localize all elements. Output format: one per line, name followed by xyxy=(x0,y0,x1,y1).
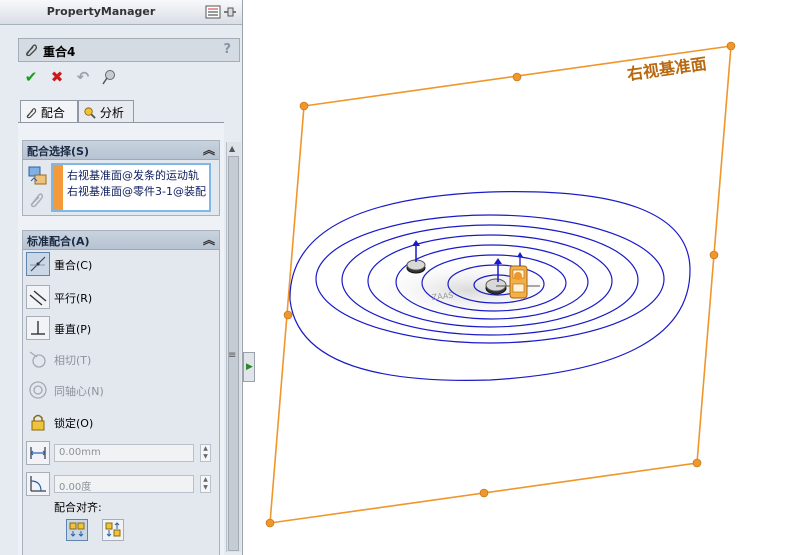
panel-title: PropertyManager xyxy=(46,5,156,18)
mate-label: 相切(T) xyxy=(54,354,92,367)
mate-coincident[interactable]: 重合(C) xyxy=(23,251,219,277)
mate-label: 锁定(O) xyxy=(54,417,94,430)
mate-parallel[interactable]: 平行(R) xyxy=(23,284,219,310)
feature-name: 重合4 xyxy=(43,45,76,59)
cancel-icon[interactable]: ✖ xyxy=(48,68,66,86)
pin-icon[interactable] xyxy=(204,4,238,20)
mate-tangent: 相切(T) xyxy=(23,346,219,372)
scroll-up-icon[interactable]: ▲ xyxy=(229,144,235,153)
angle-icon xyxy=(26,472,50,496)
collapse-icon[interactable]: ︽ xyxy=(203,231,215,248)
standard-mates-group: 标准配合(A) ︽ 重合(C) 平行(R) 垂直(P) 相切(T) 同轴心(N)… xyxy=(22,230,220,555)
coincident-marker[interactable] xyxy=(509,252,528,299)
mate-concentric: 同轴心(N) xyxy=(23,377,219,403)
anti-aligned-icon xyxy=(105,522,121,537)
help-icon[interactable]: ? xyxy=(223,42,231,57)
expand-arrow-icon: ▶ xyxy=(246,362,253,372)
mate-label: 垂直(P) xyxy=(54,323,92,336)
aligned-button[interactable] xyxy=(66,519,88,541)
panel-collapse-handle[interactable]: ▶ xyxy=(243,352,255,382)
mate-selection-list[interactable]: 右视基准面@发条的运动轨 右视基准面@零件3-1@装配 xyxy=(51,163,211,212)
coincident-icon[interactable] xyxy=(26,252,50,276)
distance-spinner[interactable]: ▲ ▼ xyxy=(200,444,211,462)
tab-content: 配合选择(S) ︽ 右视基准面@发条的运动轨 右视基准面@零件3-1@装配 标准… xyxy=(18,122,224,555)
mate-perpendicular[interactable]: 垂直(P) xyxy=(23,315,219,341)
collapse-icon[interactable]: ︽ xyxy=(203,141,215,158)
alignment-label: 配合对齐: xyxy=(54,501,102,514)
mate-selections-title: 配合选择(S) xyxy=(27,145,89,158)
mate-label: 重合(C) xyxy=(54,259,93,272)
perpendicular-icon[interactable] xyxy=(26,316,50,340)
paperclip-faded-icon xyxy=(30,193,44,208)
feature-header: 重合4 ? xyxy=(18,38,240,62)
tab-analysis[interactable]: 分析 xyxy=(78,100,134,122)
standard-mates-header[interactable]: 标准配合(A) ︽ xyxy=(23,231,219,250)
distance-input[interactable]: 0.00mm xyxy=(54,444,194,462)
property-manager-titlebar: PropertyManager xyxy=(0,0,242,25)
standard-mates-title: 标准配合(A) xyxy=(27,235,90,248)
mate-label: 同轴心(N) xyxy=(54,385,104,398)
ok-icon[interactable]: ✔ xyxy=(22,68,40,86)
concentric-icon xyxy=(26,378,50,402)
selection-color-bar xyxy=(53,165,63,210)
undo-icon[interactable]: ↶ xyxy=(74,68,92,86)
mate-entities-icon xyxy=(28,166,47,185)
splitter-grip-icon[interactable]: ≡ xyxy=(228,350,236,361)
paperclip-icon xyxy=(26,44,37,57)
distance-icon xyxy=(26,441,50,465)
lock-icon[interactable] xyxy=(26,410,50,434)
parallel-icon[interactable] xyxy=(26,285,50,309)
analysis-icon xyxy=(84,107,96,119)
aligned-icon xyxy=(69,522,85,537)
distance-row: 0.00mm ▲ ▼ xyxy=(23,440,219,466)
angle-row: 0.00度 ▲ ▼ xyxy=(23,471,219,497)
mate-label: 平行(R) xyxy=(54,292,93,305)
mate-selections-group: 配合选择(S) ︽ 右视基准面@发条的运动轨 右视基准面@零件3-1@装配 xyxy=(22,140,220,216)
paperclip-icon xyxy=(26,108,37,119)
list-item[interactable]: 右视基准面@零件3-1@装配 xyxy=(67,183,209,199)
tangent-icon xyxy=(26,347,50,371)
mate-selections-header[interactable]: 配合选择(S) ︽ xyxy=(23,141,219,160)
property-manager-panel: PropertyManager 重合4 ? ✔ ✖ ↶ 配合 分析 配合选择(S… xyxy=(0,0,243,555)
angle-spinner[interactable]: ▲ ▼ xyxy=(200,475,211,493)
tab-mates-label: 配合 xyxy=(40,106,65,120)
angle-input[interactable]: 0.00度 xyxy=(54,475,194,493)
panel-scrollbar[interactable]: ▲ xyxy=(226,142,241,552)
list-item[interactable]: 右视基准面@发条的运动轨 xyxy=(67,167,209,183)
mate-lock[interactable]: 锁定(O) xyxy=(23,409,219,435)
tab-mates[interactable]: 配合 xyxy=(20,100,78,123)
anti-aligned-button[interactable] xyxy=(102,519,124,541)
tab-analysis-label: 分析 xyxy=(99,106,124,120)
graphics-viewport[interactable]: 右视基准面 ZAAS xyxy=(256,0,786,555)
push-pin-icon[interactable] xyxy=(100,68,118,86)
